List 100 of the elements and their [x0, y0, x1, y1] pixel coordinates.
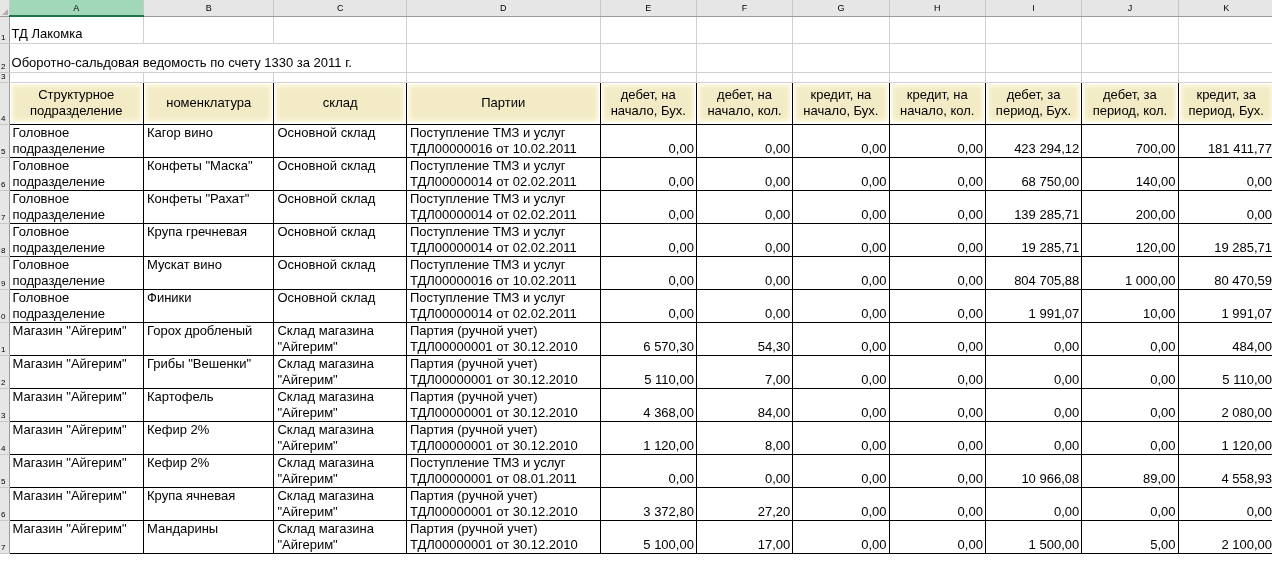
row-number[interactable]: 6 [1, 509, 6, 519]
table-cell: 0,00 [957, 140, 983, 156]
table-cell: 0,00 [861, 140, 887, 156]
table-cell: 0,00 [764, 206, 791, 222]
row-number[interactable]: 1 [1, 344, 6, 354]
row-number[interactable]: 8 [1, 245, 6, 255]
column-header[interactable]: J [1081, 0, 1179, 16]
row-number[interactable]: 1 [1, 32, 6, 42]
table-cell: 1 991,07 [1028, 305, 1080, 321]
table-cell: 0,00 [1053, 503, 1080, 519]
table-cell: Партия (ручной учет) ТДЛ00000001 от 30.12.2010 [409, 521, 578, 552]
column-header[interactable]: A [9, 0, 144, 16]
table-cell: Склад магазина "Айгерим" [277, 323, 375, 354]
table-cell: 0,00 [861, 305, 887, 321]
column-heading: кредит, на начало, Бух. [794, 84, 888, 122]
table-cell: 0,00 [861, 371, 887, 387]
table-cell: Основной склад [277, 158, 376, 173]
table-cell: Мандарины [147, 521, 219, 536]
column-header[interactable]: G [792, 0, 890, 16]
column-header[interactable]: B [143, 0, 274, 16]
row-number[interactable]: 3 [1, 410, 6, 420]
table-cell: Поступление ТМЗ и услуг ТДЛ00000014 от 02.02.2011 [409, 290, 577, 321]
table-cell: Финики [147, 290, 192, 305]
table-cell: 0,00 [764, 173, 791, 189]
table-cell: 1 120,00 [643, 437, 694, 453]
table-cell: Поступление ТМЗ и услуг ТДЛ00000016 от 10.02.2011 [409, 257, 577, 288]
table-cell: 0,00 [1053, 338, 1080, 354]
table-cell: 0,00 [668, 272, 694, 288]
table-cell: Поступление ТМЗ и услуг ТДЛ00000014 от 02.02.2011 [409, 224, 577, 255]
row-number[interactable]: 2 [1, 377, 6, 387]
row-number[interactable]: 0 [1, 311, 6, 321]
table-cell: 0,00 [861, 239, 887, 255]
table-cell: 804 705,88 [1014, 272, 1080, 288]
table-cell: Головное подразделение [12, 125, 105, 156]
column-header[interactable]: H [889, 0, 986, 16]
table-cell: Горох дробленый [147, 323, 253, 338]
table-cell: 0,00 [1053, 437, 1080, 453]
column-header[interactable]: K [1178, 0, 1272, 16]
table-cell: 0,00 [764, 470, 791, 486]
table-cell: Магазин "Айгерим" [12, 521, 127, 536]
column-header[interactable]: F [696, 0, 793, 16]
table-cell: Основной склад [277, 191, 376, 206]
table-cell: 0,00 [668, 173, 694, 189]
select-all-corner-icon[interactable] [1, 8, 8, 15]
column-header[interactable]: C [273, 0, 407, 16]
table-cell: Склад магазина "Айгерим" [277, 389, 375, 420]
table-cell: Головное подразделение [12, 191, 105, 222]
table-cell: 423 294,12 [1014, 140, 1080, 156]
table-cell: 5 110,00 [1222, 371, 1272, 387]
table-cell: Склад магазина "Айгерим" [277, 356, 375, 387]
table-cell: 484,00 [1232, 338, 1272, 354]
table-cell: 0,00 [668, 140, 694, 156]
table-cell: 0,00 [1150, 503, 1176, 519]
table-cell: 0,00 [1053, 404, 1080, 420]
column-header[interactable]: I [985, 0, 1082, 16]
table-cell: 1 000,00 [1124, 272, 1176, 288]
column-heading: склад [275, 84, 405, 122]
table-cell: 0,00 [957, 470, 983, 486]
row-number[interactable]: 5 [1, 476, 6, 486]
table-cell: 5 110,00 [644, 371, 694, 387]
row-number[interactable]: 4 [1, 443, 6, 453]
table-cell: 8,00 [764, 437, 791, 453]
table-cell: 700,00 [1135, 140, 1176, 156]
row-number[interactable]: 7 [1, 542, 6, 552]
table-cell: 27,20 [757, 503, 791, 519]
table-cell: Магазин "Айгерим" [12, 422, 127, 437]
table-cell: Мускат вино [147, 257, 222, 272]
table-cell: Конфеты "Маска" [147, 158, 253, 173]
row-number[interactable]: 9 [1, 278, 6, 288]
row-number[interactable]: 4 [1, 113, 6, 123]
table-cell: 0,00 [668, 305, 694, 321]
table-cell: Головное подразделение [12, 224, 105, 255]
row-number[interactable]: 6 [1, 179, 6, 189]
column-header[interactable]: E [600, 0, 697, 16]
column-heading: дебет, на начало, Бух. [601, 84, 695, 122]
table-cell: 0,00 [764, 239, 791, 255]
table-cell: 89,00 [1143, 470, 1176, 486]
table-cell: Партия (ручной учет) ТДЛ00000001 от 30.12.2010 [409, 389, 578, 420]
table-cell: 181 411,77 [1207, 140, 1272, 156]
table-cell: 3 372,80 [643, 503, 694, 519]
table-cell: 120,00 [1135, 239, 1176, 255]
row-number[interactable]: 5 [1, 146, 6, 156]
table-cell: 140,00 [1135, 173, 1176, 189]
column-heading: Структурное подразделение [10, 84, 142, 122]
table-cell: 4 368,00 [643, 404, 694, 420]
table-cell: Склад магазина "Айгерим" [277, 521, 375, 552]
table-cell: 0,00 [957, 173, 983, 189]
column-header[interactable]: D [406, 0, 601, 16]
table-cell: 200,00 [1135, 206, 1176, 222]
table-cell: 0,00 [957, 239, 983, 255]
sheet-title: Оборотно-сальдовая ведомость по счету 1330 за 2011 г. [11, 54, 352, 70]
table-cell: Картофель [147, 389, 214, 404]
table-cell: Головное подразделение [12, 257, 105, 288]
table-cell: 0,00 [957, 404, 983, 420]
row-number[interactable]: 7 [1, 212, 6, 222]
table-cell: Поступление ТМЗ и услуг ТДЛ00000014 от 02.02.2011 [409, 191, 577, 222]
table-cell: 0,00 [957, 536, 983, 552]
table-cell: 0,00 [1053, 371, 1080, 387]
table-cell: Партия (ручной учет) ТДЛ00000001 от 30.12.2010 [409, 422, 578, 453]
row-number[interactable]: 2 [1, 61, 6, 71]
